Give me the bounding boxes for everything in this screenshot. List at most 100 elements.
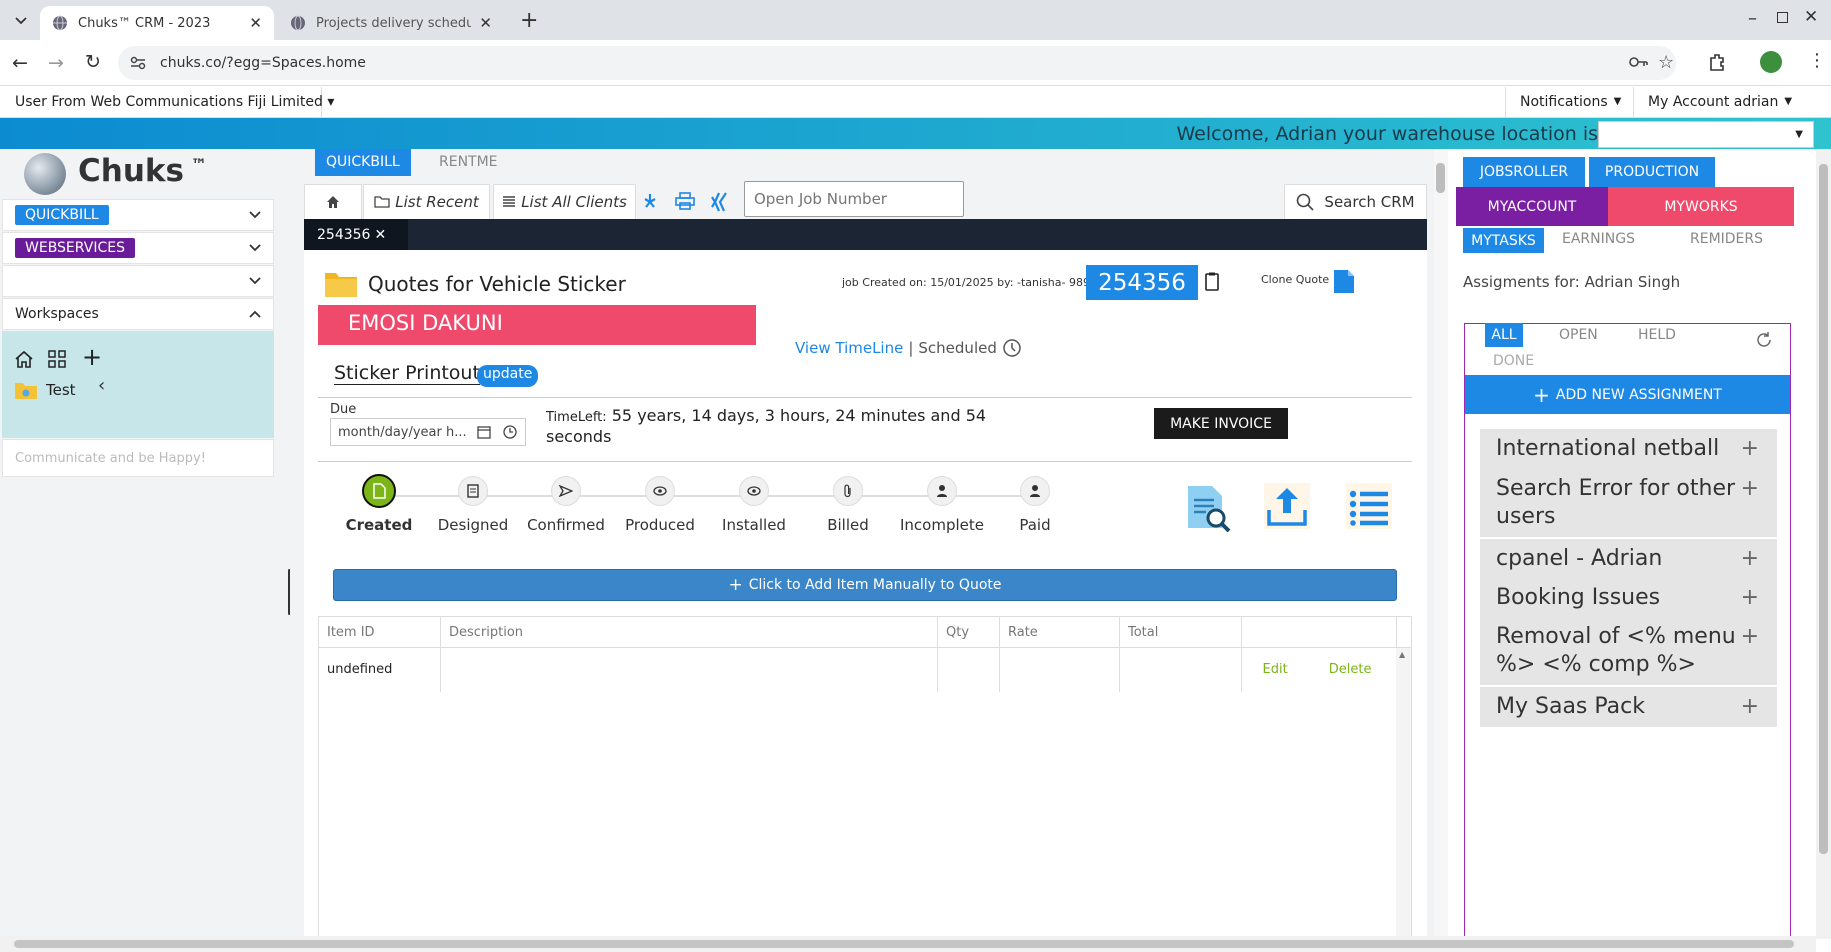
- page-vertical-scrollbar[interactable]: [1816, 149, 1831, 939]
- center-scrollbar[interactable]: [1434, 149, 1448, 939]
- site-info-icon[interactable]: [130, 56, 146, 70]
- filter-all[interactable]: ALL: [1485, 323, 1523, 347]
- home-button[interactable]: [304, 184, 362, 220]
- list-view-icon[interactable]: [1345, 482, 1393, 530]
- search-crm-button[interactable]: Search CRM: [1284, 184, 1427, 220]
- assignment-item[interactable]: Removal of <% menu %> <% comp %> +: [1480, 617, 1777, 685]
- step-designed[interactable]: Designed: [423, 474, 523, 534]
- add-item-manually-button[interactable]: + Click to Add Item Manually to Quote: [333, 569, 1397, 601]
- key-icon[interactable]: [1628, 54, 1648, 70]
- scrollbar-thumb[interactable]: [1436, 163, 1445, 193]
- warehouse-select[interactable]: ▼: [1598, 121, 1814, 148]
- step-billed[interactable]: Billed: [798, 474, 898, 534]
- yelp-icon[interactable]: [642, 192, 660, 212]
- close-tab-icon[interactable]: ✕: [479, 14, 492, 32]
- tab-myaccount[interactable]: MYACCOUNT: [1456, 187, 1608, 226]
- plus-icon[interactable]: +: [1741, 545, 1759, 573]
- org-selector[interactable]: User From Web Communications Fiji Limite…: [0, 87, 334, 117]
- update-button[interactable]: update: [477, 365, 539, 387]
- open-job-number-input[interactable]: [744, 181, 964, 217]
- refresh-icon[interactable]: [1755, 331, 1773, 349]
- workspaces-header[interactable]: Workspaces: [2, 298, 274, 330]
- minimize-icon[interactable]: –: [1748, 8, 1757, 29]
- workspace-item-test[interactable]: Test: [14, 380, 76, 400]
- scroll-up-icon[interactable]: ▲: [1399, 650, 1405, 659]
- tab-projects[interactable]: Projects delivery schedules o ✕: [278, 6, 504, 40]
- plus-icon[interactable]: +: [1741, 435, 1759, 463]
- scrollbar-thumb[interactable]: [14, 940, 1794, 948]
- chevron-left-icon[interactable]: ‹: [98, 375, 105, 396]
- step-paid[interactable]: Paid: [985, 474, 1085, 534]
- browser-menu-icon[interactable]: ⋮: [1808, 50, 1826, 71]
- step-installed[interactable]: Installed: [704, 474, 804, 534]
- plus-icon[interactable]: +: [1741, 693, 1759, 721]
- tab-rentme[interactable]: RENTME: [428, 149, 509, 176]
- tab-jobsroller[interactable]: JOBSROLLER: [1463, 157, 1585, 187]
- delete-link[interactable]: Delete: [1329, 662, 1372, 692]
- filter-held[interactable]: HELD: [1638, 327, 1676, 343]
- assignment-item[interactable]: International netball +: [1480, 429, 1777, 469]
- step-incomplete[interactable]: Incomplete: [892, 474, 992, 534]
- tab-remiders[interactable]: REMIDERS: [1690, 231, 1763, 247]
- tab-list-icon[interactable]: [10, 10, 32, 32]
- clock-icon[interactable]: [502, 425, 517, 439]
- close-window-icon[interactable]: ✕: [1804, 7, 1818, 27]
- bookmark-star-icon[interactable]: ☆: [1658, 52, 1674, 73]
- assignment-item[interactable]: Search Error for other users +: [1480, 469, 1777, 537]
- forward-icon[interactable]: →: [48, 52, 64, 74]
- make-invoice-button[interactable]: MAKE INVOICE: [1154, 408, 1288, 439]
- clone-quote-label[interactable]: Clone Quote: [1261, 273, 1329, 286]
- grid-icon[interactable]: [48, 350, 66, 368]
- plus-icon[interactable]: +: [1741, 584, 1759, 612]
- notifications-dropdown[interactable]: Notifications ▼: [1505, 87, 1633, 117]
- due-datetime-input[interactable]: month/day/year h...: [330, 418, 526, 446]
- sidebar-item-webservices[interactable]: WEBSERVICES: [2, 232, 274, 264]
- close-tab-icon[interactable]: ✕: [249, 14, 262, 32]
- plus-icon[interactable]: +: [1741, 623, 1759, 651]
- profile-avatar[interactable]: [1760, 51, 1782, 73]
- back-icon[interactable]: ←: [12, 52, 28, 74]
- step-confirmed[interactable]: Confirmed: [516, 474, 616, 534]
- list-all-clients-button[interactable]: List All Clients: [493, 184, 636, 220]
- sidebar-item-empty[interactable]: [2, 265, 274, 297]
- clone-document-icon[interactable]: [1332, 266, 1356, 294]
- tab-chuks-crm[interactable]: Chuks™ CRM - 2023 ✕: [40, 6, 274, 40]
- tab-earnings[interactable]: EARNINGS: [1562, 231, 1635, 247]
- step-created[interactable]: Created: [329, 474, 429, 534]
- upload-icon[interactable]: [1263, 482, 1311, 530]
- print-icon[interactable]: [675, 192, 695, 210]
- reload-icon[interactable]: ↻: [85, 51, 101, 73]
- page-horizontal-scrollbar[interactable]: [0, 936, 1816, 952]
- filter-open[interactable]: OPEN: [1559, 327, 1598, 343]
- tab-production[interactable]: PRODUCTION: [1589, 157, 1715, 187]
- clock-history-icon[interactable]: [1002, 338, 1022, 358]
- add-workspace-icon[interactable]: +: [82, 343, 102, 371]
- sidebar-item-quickbill[interactable]: QUICKBILL: [2, 199, 274, 231]
- copy-icon[interactable]: [1204, 272, 1220, 292]
- plus-icon[interactable]: +: [1741, 475, 1759, 503]
- close-icon[interactable]: ✕: [374, 227, 386, 243]
- assignment-item[interactable]: My Saas Pack +: [1480, 687, 1777, 727]
- tab-myworks[interactable]: MYWORKS: [1608, 187, 1794, 226]
- table-scrollbar[interactable]: ▲: [1396, 648, 1411, 951]
- tab-quickbill[interactable]: QUICKBILL: [315, 149, 411, 176]
- tab-mytasks[interactable]: MYTASKS: [1463, 228, 1544, 253]
- assignment-item[interactable]: cpanel - Adrian +: [1480, 539, 1777, 579]
- calendar-icon[interactable]: [476, 425, 491, 439]
- description-cell[interactable]: [441, 648, 938, 692]
- assignment-item[interactable]: Booking Issues +: [1480, 578, 1777, 618]
- address-bar[interactable]: chuks.co/?egg=Spaces.home ☆: [118, 46, 1676, 80]
- step-produced[interactable]: Produced: [610, 474, 710, 534]
- maximize-icon[interactable]: [1777, 12, 1788, 23]
- qty-cell[interactable]: [938, 648, 1000, 692]
- extensions-icon[interactable]: [1707, 52, 1727, 72]
- scrollbar-thumb[interactable]: [1819, 164, 1828, 854]
- job-tab-254356[interactable]: 254356 ✕: [304, 219, 408, 250]
- rate-cell[interactable]: [1000, 648, 1120, 692]
- search-document-icon[interactable]: [1184, 482, 1232, 532]
- edit-link[interactable]: Edit: [1263, 662, 1288, 692]
- view-timeline-link[interactable]: View TimeLine: [795, 339, 903, 357]
- filter-done[interactable]: DONE: [1493, 353, 1534, 369]
- xing-icon[interactable]: [711, 192, 727, 212]
- list-recent-button[interactable]: List Recent: [363, 184, 490, 220]
